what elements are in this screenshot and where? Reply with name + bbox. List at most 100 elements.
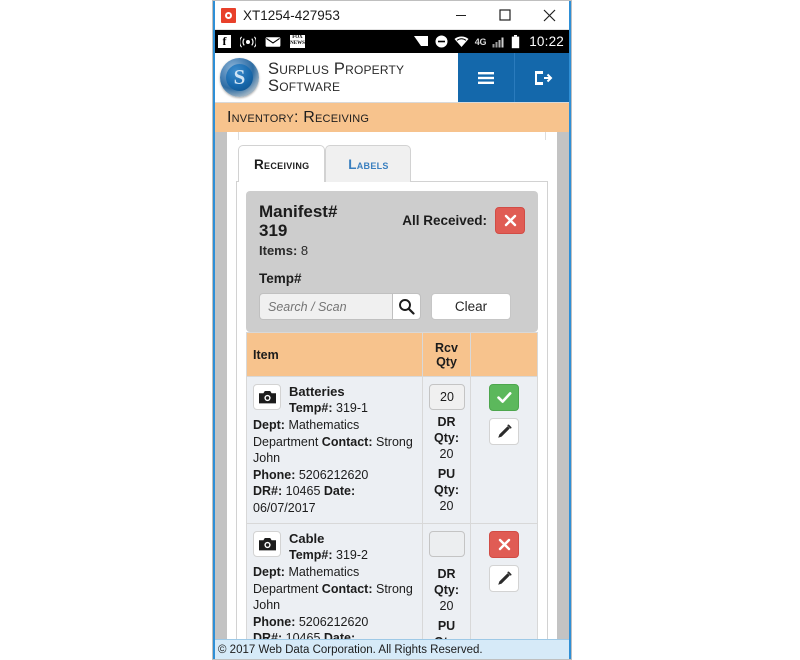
content-top-stub (238, 132, 546, 140)
rcv-qty-input[interactable]: 20 (429, 384, 465, 410)
item-temp: Temp#: 319-1 (289, 400, 368, 416)
item-date-value: 06/07/2017 (253, 500, 316, 515)
surplus-logo-icon: S (220, 58, 259, 97)
item-title-block: Batteries Temp#: 319-1 (289, 384, 368, 416)
manifest-items-count: 8 (300, 243, 309, 258)
manifest-info: Manifest# 319 Items: 8 (259, 202, 402, 258)
window-controls (439, 1, 571, 30)
search-input[interactable] (259, 293, 392, 320)
receiving-panel: Manifest# 319 Items: 8 All Received: Tem… (236, 181, 548, 641)
item-phone-value: 5206212620 (298, 467, 369, 482)
page-title: Inventory: Receiving (227, 108, 370, 126)
all-received-toggle-button[interactable] (495, 207, 525, 234)
status-right-icons: 4G 10:22 (413, 34, 564, 49)
th-rcv-qty: Rcv Qty (422, 332, 471, 377)
item-dr-value: 10465 (285, 484, 321, 498)
item-contact-prefix: Department (253, 434, 319, 449)
window-title: XT1254-427953 (243, 7, 340, 23)
item-dept-label: Dept: (253, 565, 285, 579)
left-edge-accent (213, 1, 215, 659)
item-name: Batteries (289, 384, 345, 399)
all-received-label: All Received: (402, 213, 487, 228)
received-status-button[interactable] (489, 531, 519, 558)
camera-icon (258, 538, 276, 551)
table-body: Batteries Temp#: 319-1 Dept: Mathematics… (246, 376, 538, 641)
footer-bar: © 2017 Web Data Corporation. All Rights … (213, 639, 571, 659)
screenshot-root: XT1254-427953 f FOX NEWS 4G 10:22 S Surp… (0, 0, 800, 660)
brand-block: S Surplus Property Software (213, 53, 458, 102)
close-button[interactable] (527, 1, 571, 30)
pu-qty-label: PU Qty: (434, 467, 459, 497)
app-header: S Surplus Property Software (213, 53, 571, 103)
all-received-block: All Received: (402, 202, 525, 234)
clear-button-label: Clear (454, 299, 488, 314)
item-name: Cable (289, 531, 325, 546)
item-temp: Temp#: 319-2 (289, 547, 368, 563)
signal-icon (492, 37, 504, 47)
logo-glyph: S (226, 64, 253, 91)
pencil-icon (497, 424, 511, 438)
brand-title: Surplus Property Software (268, 60, 404, 95)
item-dr-line: DR#: 10465 Date: 06/07/2017 (253, 483, 416, 516)
camera-button[interactable] (253, 531, 281, 557)
item-details: Dept: Mathematics Department Contact: St… (253, 564, 416, 641)
content-inner: Receiving Labels Manifest# 319 Items: 8 … (227, 132, 557, 641)
edit-button[interactable] (489, 418, 519, 445)
dr-qty-value: 20 (439, 599, 454, 613)
table-row: Batteries Temp#: 319-1 Dept: Mathematics… (246, 376, 538, 524)
tab-labels[interactable]: Labels (325, 145, 412, 182)
app-icon (221, 7, 236, 23)
network-type-label: 4G (474, 36, 487, 47)
item-dr-label: DR#: (253, 484, 283, 498)
facebook-icon: f (218, 35, 231, 48)
item-title-block: Cable Temp#: 319-2 (289, 531, 368, 563)
search-button[interactable] (392, 293, 421, 320)
tab-receiving[interactable]: Receiving (238, 145, 326, 182)
cell-rcv-qty: DR Qty: 20 PU Qty: 20 (422, 523, 471, 641)
th-item: Item (246, 332, 423, 377)
logout-button[interactable] (514, 53, 571, 102)
item-dept-label: Dept: (253, 418, 285, 432)
rcv-qty-input[interactable] (429, 531, 465, 557)
item-dept-line: Dept: Mathematics (253, 564, 416, 581)
manifest-label: Manifest# (259, 202, 338, 221)
item-contact-line: Department Contact: Strong John (253, 434, 416, 467)
received-status-button[interactable] (489, 384, 519, 411)
edit-button[interactable] (489, 565, 519, 592)
item-contact-label: Contact: (321, 581, 373, 596)
cell-rcv-qty: 20 DR Qty: 20 PU Qty: 20 (422, 376, 471, 524)
camera-icon (258, 391, 276, 404)
camera-button[interactable] (253, 384, 281, 410)
page-title-band: Inventory: Receiving (213, 103, 571, 132)
search-group (259, 293, 421, 320)
left-scrollbar[interactable] (213, 132, 227, 641)
item-contact-prefix: Department (253, 581, 319, 596)
minimize-button[interactable] (439, 1, 483, 30)
th-actions (470, 332, 538, 377)
dr-qty-value: 20 (439, 447, 454, 461)
close-x-icon (498, 538, 510, 551)
dr-qty-label: DR Qty: (434, 567, 459, 597)
clear-button[interactable]: Clear (431, 293, 511, 320)
manifest-items-label: Items: (259, 243, 298, 258)
temp-number-label: Temp# (259, 271, 302, 286)
tab-bar: Receiving Labels (236, 145, 548, 182)
item-contact-line: Department Contact: Strong John (253, 581, 416, 614)
table-head: Item Rcv Qty (246, 332, 538, 377)
tab-labels-label: Labels (348, 156, 389, 172)
manifest-card: Manifest# 319 Items: 8 All Received: Tem… (246, 191, 538, 332)
pu-qty-value: 20 (439, 499, 454, 513)
hamburger-menu-button[interactable] (458, 53, 514, 102)
table-row: Cable Temp#: 319-2 Dept: Mathematics Dep… (246, 523, 538, 641)
manifest-number: 319 (259, 221, 288, 240)
broadcast-icon (240, 35, 256, 48)
item-date-label: Date: (323, 484, 356, 498)
th-rcv-qty-line1: Rcv (435, 340, 458, 355)
copyright-text: © 2017 Web Data Corporation. All Rights … (218, 643, 483, 656)
pencil-icon (497, 571, 511, 585)
item-phone-line: Phone: 5206212620 (253, 614, 416, 631)
email-icon (265, 36, 281, 47)
maximize-button[interactable] (483, 1, 527, 30)
cast-icon (413, 36, 428, 46)
item-phone-label: Phone: (253, 467, 296, 482)
